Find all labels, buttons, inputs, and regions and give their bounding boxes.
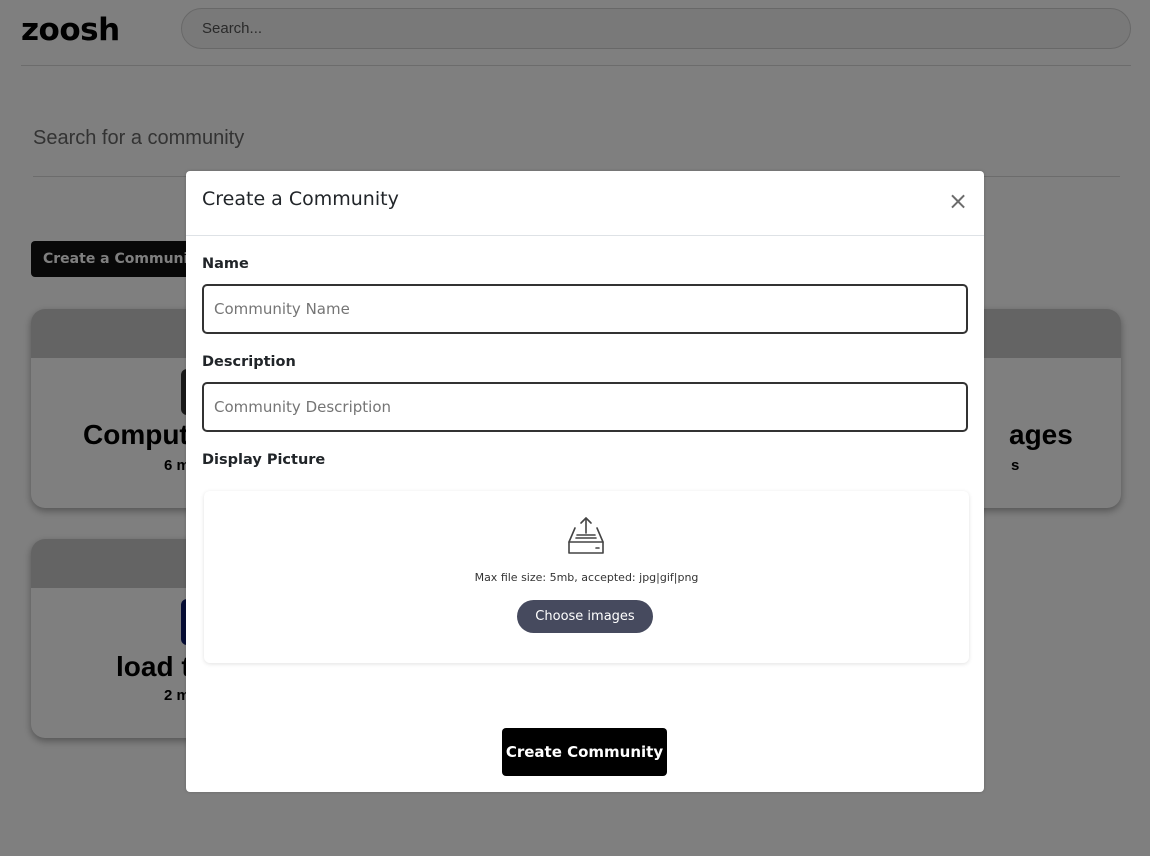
name-label: Name <box>202 256 249 272</box>
display-picture-label: Display Picture <box>202 452 326 468</box>
image-dropzone[interactable]: Max file size: 5mb, accepted: jpg|gif|pn… <box>204 491 969 663</box>
close-icon[interactable]: × <box>946 189 970 213</box>
choose-images-button[interactable]: Choose images <box>517 600 653 633</box>
create-community-modal: Create a Community × Name Description Di… <box>186 171 984 792</box>
community-name-field[interactable] <box>202 284 968 334</box>
description-label: Description <box>202 354 296 370</box>
community-description-field[interactable] <box>202 382 968 432</box>
modal-header: Create a Community × <box>186 171 984 236</box>
modal-title: Create a Community <box>202 188 399 210</box>
create-community-button[interactable]: Create Community <box>502 728 667 776</box>
file-hint: Max file size: 5mb, accepted: jpg|gif|pn… <box>474 571 699 584</box>
inbox-upload-icon <box>568 517 604 554</box>
